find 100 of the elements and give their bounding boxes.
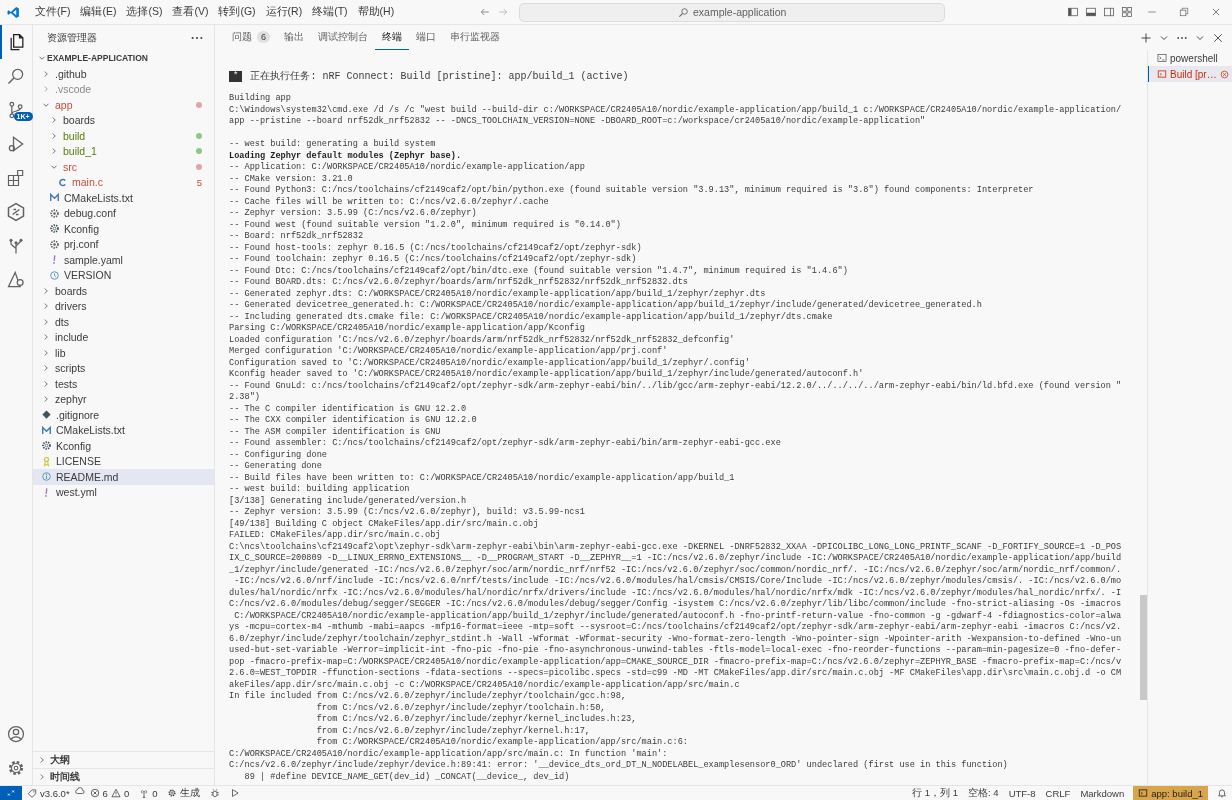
gear-icon [41,440,52,452]
file-item[interactable]: README.md [33,469,214,485]
panel-tab[interactable]: 调试控制台 [311,25,375,50]
file-item[interactable]: sample.yaml [33,252,214,268]
panel-tab[interactable]: 问题 6 [225,25,277,50]
version-status[interactable]: v3.6.0* [22,786,75,800]
folder-item[interactable]: scripts [33,360,214,376]
terminal-line: dules/hal/nordic/nrfx -IC:/ncs/v2.6.0/modules/hal/nordic/nrfx/drivers/include -IC:/ncs/v2.6.0/modules/hal/nordic/nrfx/mdk -IC:/ncs/v2.6.0/zephyr/modules/hal_nordic/nrfx/. -I [229,587,1123,599]
folder-item[interactable]: drivers [33,298,214,314]
folder-item[interactable]: dts [33,314,214,330]
terminal-line: 89 | #define DEVICE_NAME_GET(dev_id) _CONCAT(__device_, dev_id) [243,771,571,783]
file-item[interactable]: CMakeLists.txt [33,422,214,438]
run-debug-icon[interactable] [6,134,26,154]
file-item[interactable]: VERSION [33,267,214,283]
menu-item[interactable]: 文件(F) [30,3,76,21]
cloud-icon[interactable] [74,786,85,796]
file-item[interactable]: .gitignore [33,407,214,423]
terminal-line: C:/WORKSPACE/CR2405A10/nordic/example-application/app/build_1/zephyr/include/generated/autoconf.h -fno-printf-return-value -fno-common -g -gdwarf-4 -fdiagnostics-color=alwa [233,610,1123,622]
terminal-line: -- The C compiler identification is GNU 12.2.0 [229,403,468,415]
terminal-tab[interactable]: powershell [1148,50,1232,66]
close-icon[interactable] [1211,7,1221,17]
panel-layout-icon[interactable] [1085,6,1097,18]
terminal-line: C:/ncs/v2.6.0/modules/debug/segger/SEGGER -IC:/ncs/v2.6.0/modules/debug/segger/Config -isystem C:/ncs/v2.6.0/zephyr/lib/libc/common/include -fno-strict-aliasing -Os -imacros [229,599,1123,611]
section-header[interactable]: 大纲 [33,751,214,768]
folder-item[interactable]: lib [33,345,214,361]
folder-item[interactable]: .vscode [33,81,214,97]
extensions-icon[interactable] [6,168,26,188]
gear-icon [49,238,60,250]
bell-icon[interactable] [1217,788,1227,798]
bug-icon[interactable] [210,788,221,798]
terminal-line: -IC:/ncs/v2.6.0/nrf/include -IC:/ncs/v2.6.0/nrf/tests/include -IC:/ncs/v2.6.0/modules/hal/cmsis/CMSIS/Core/Include -IC:/ncs/v2.6.0/zephyr/modules/cmsis/. -IC:/ncs/v2.6.0/mo [233,576,1123,588]
folder-item[interactable]: zephyr [33,391,214,407]
terminal-line: -- Build files have been written to: C:/WORKSPACE/CR2405A10/nordic/example-application/app/build_1 [229,472,736,484]
plus-icon[interactable] [1140,31,1152,44]
menu-item[interactable]: 转到(G) [213,3,261,21]
file-item[interactable]: CMakeLists.txt [33,190,214,206]
hexagon-icon[interactable] [6,202,26,222]
file-item[interactable]: prj.conf [33,236,214,252]
file-item[interactable]: west.yml [33,484,214,500]
status-item[interactable]: UTF-8 [1003,786,1041,800]
folder-header[interactable]: EXAMPLE-APPLICATION [33,50,214,66]
file-item[interactable]: LICENSE [33,453,214,469]
status-item[interactable]: Markdown [1075,786,1130,800]
search-icon[interactable] [6,66,26,86]
close-icon[interactable] [1212,31,1224,44]
status-item[interactable]: CRLF [1040,786,1076,800]
status-item[interactable]: 空格: 4 [963,786,1004,800]
terminal-line: Loading Zephyr default modules (Zephyr base). [229,150,463,162]
sidebar-layout-icon[interactable] [1067,6,1079,18]
play-icon[interactable] [230,788,241,798]
menu-item[interactable]: 编辑(E) [75,3,122,21]
menu-item[interactable]: 运行(R) [260,3,308,21]
file-item[interactable]: main.c 5 [33,174,214,190]
folder-item[interactable]: boards [33,112,214,128]
terminal-icon [1157,53,1167,63]
menu-item[interactable]: 选择(S) [121,3,168,21]
folder-item[interactable]: app [33,97,214,113]
menu-item[interactable]: 查看(V) [167,3,214,21]
folder-item[interactable]: .github [33,66,214,82]
folder-item[interactable]: tests [33,376,214,392]
section-header[interactable]: 时间线 [33,768,214,785]
menu-item[interactable]: 帮助(H) [352,3,400,21]
task-status[interactable]: app: build_1 [1133,786,1208,800]
triangle-icon[interactable] [6,270,26,290]
menu-item[interactable]: 终端(T) [307,3,353,21]
file-item[interactable]: debug.conf [33,205,214,221]
secondary-sidebar-layout-icon[interactable] [1103,6,1115,18]
panel-tab[interactable]: 终端 [375,25,409,50]
terminal-line: app --pristine --board nrf52dk_nrf52832 -- -DNCS_TOOLCHAIN_VERSION=NONE -DBOARD_ROOT=c:/workspace/cr2405a10/nordic/example-application" [229,116,927,128]
command-center-field[interactable]: example-application [519,2,946,22]
remote-icon [6,788,16,798]
terminal-line: -- Board: nrf52dk_nrf52832 [229,231,365,243]
error-icon [89,788,100,798]
status-item[interactable]: 行 1，列 1 [907,786,964,800]
folder-item[interactable]: include [33,329,214,345]
folder-item[interactable]: boards [33,283,214,299]
problems-status[interactable]: 6 0 [84,786,135,800]
folder-item[interactable]: src [33,159,214,175]
terminal-line: _1/zephyr/include/generated -IC:/ncs/v2.6.0/zephyr/soc/arm/nordic_nrf/nrf52 -IC:/ncs/v2.6.0/zephyr/soc/common/nordic_nrf/. -IC:/ncs/v2.6.0/zephyr/soc/arm/nordic_nrf/common/. [229,564,1123,576]
warning-icon [110,788,121,798]
terminal-tab[interactable]: Build [pr… [1148,66,1232,82]
folder-item[interactable]: build_1 [33,143,214,159]
account-icon[interactable] [6,724,26,744]
build-button[interactable]: 生成 [162,786,206,800]
file-item[interactable]: Kconfig [33,221,214,237]
file-item[interactable]: Kconfig [33,438,214,454]
folder-item[interactable]: build [33,128,214,144]
count-badge: 6 [257,31,270,43]
terminal-line: -- Generated zephyr.dts: C:/WORKSPACE/CR2405A10/nordic/example-application/app/build_1/zephyr/zephyr.dts [229,288,767,300]
settings-icon[interactable] [6,758,26,778]
panel-tab[interactable]: 端口 [409,25,443,50]
terminal-line: from C:/ncs/v2.6.0/zephyr/include/zephyr/toolchain.h:50, [315,702,607,714]
terminal-line: -- Configuring done [229,449,328,461]
grid-layout-icon[interactable] [1121,6,1133,18]
restore-icon[interactable] [1179,7,1189,17]
panel-tab[interactable]: 串行监视器 [443,25,507,50]
panel-tab[interactable]: 输出 [277,25,311,50]
scrollbar-thumb[interactable] [1140,595,1147,700]
ports-status[interactable]: 0 [134,786,163,800]
terminal-line: -- Found Python3: C:/ncs/toolchains/cf2149caf2/opt/bin/python.exe (found suitable version "3.9.13", minimum required is "3.8") found components: Interpreter [229,185,1035,197]
